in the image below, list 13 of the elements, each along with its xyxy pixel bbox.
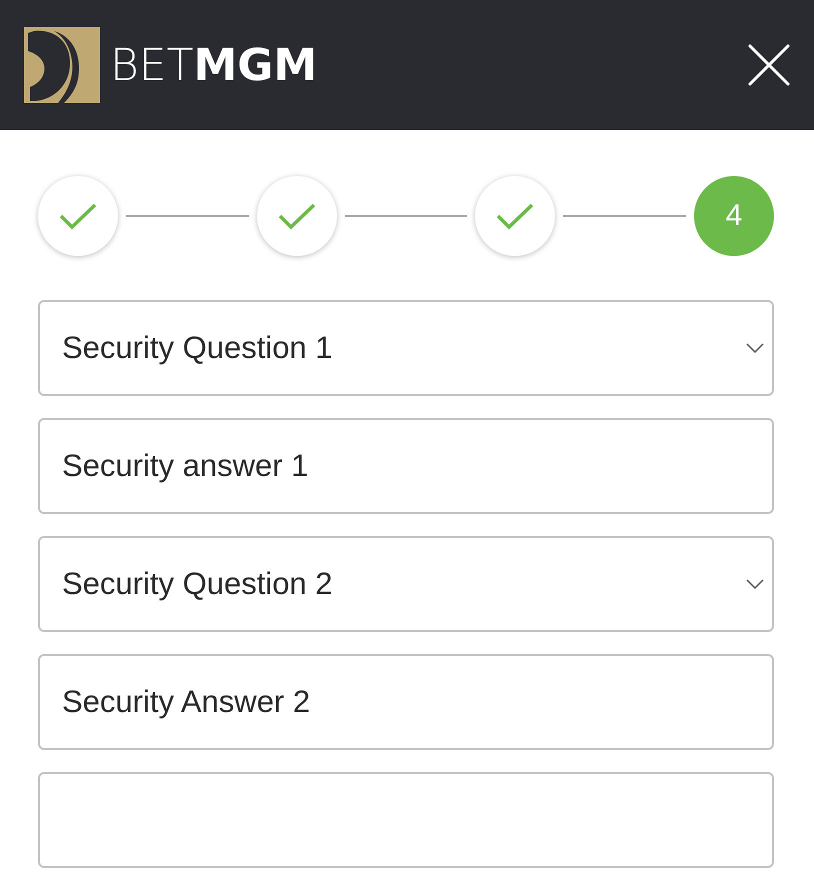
question-dropdown[interactable]: Security Question 2: [38, 536, 774, 632]
question-dropdown[interactable]: Security Question 1: [38, 300, 774, 396]
chevron-down-icon: [746, 343, 764, 353]
close-icon[interactable]: [748, 44, 790, 86]
input-field[interactable]: [38, 772, 774, 868]
step-indicator: 4: [694, 176, 774, 256]
check-icon: [278, 202, 316, 230]
input-field[interactable]: Security Answer 2: [38, 654, 774, 750]
chevron-down-icon: [746, 579, 764, 589]
brand-name: BETMGM: [110, 40, 318, 90]
check-icon: [59, 202, 97, 230]
input-field[interactable]: Security answer 1: [38, 418, 774, 514]
check-icon: [496, 202, 534, 230]
